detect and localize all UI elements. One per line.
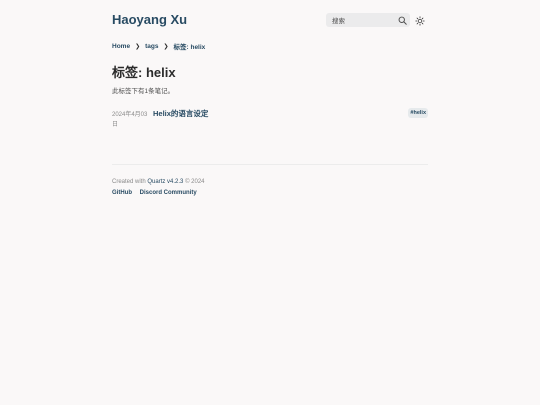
tag-description: 此标签下有1条笔记。 [112,88,175,95]
search-icon[interactable] [397,15,408,26]
breadcrumb: Home ❯ tags ❯ 标签: helix [112,41,206,52]
discord-link[interactable]: Discord Community [140,190,197,196]
footer-created-prefix: Created with [112,179,146,185]
footer-credit: Created with Quartz v4.2.3 © 2024 [112,179,205,185]
breadcrumb-current: 标签: helix [173,44,206,51]
page-title: 标签: helix [112,65,176,80]
note-tag[interactable]: #helix [408,108,428,118]
note-title-link[interactable]: Helix的语言设定 [153,108,208,119]
breadcrumb-tags[interactable]: tags [145,43,158,50]
search-placeholder: 搜索 [332,18,345,25]
note-date: 2024年4月03日 [112,112,148,128]
breadcrumb-home[interactable]: Home [112,43,130,50]
breadcrumb-separator: ❯ [135,43,141,50]
quartz-link[interactable]: Quartz v4.2.3 [147,179,183,185]
page: Haoyang Xu 搜索 Home ❯ tags ❯ 标签: helix 标签… [0,0,540,405]
site-title[interactable]: Haoyang Xu [112,12,187,27]
github-link[interactable]: GitHub [112,190,132,196]
footer-created-suffix: © 2024 [185,179,205,185]
footer-divider [112,164,428,165]
sun-icon[interactable] [414,15,425,26]
search-bar[interactable]: 搜索 [326,13,410,27]
footer-links: GitHub Discord Community [112,190,203,196]
breadcrumb-separator: ❯ [163,43,169,50]
